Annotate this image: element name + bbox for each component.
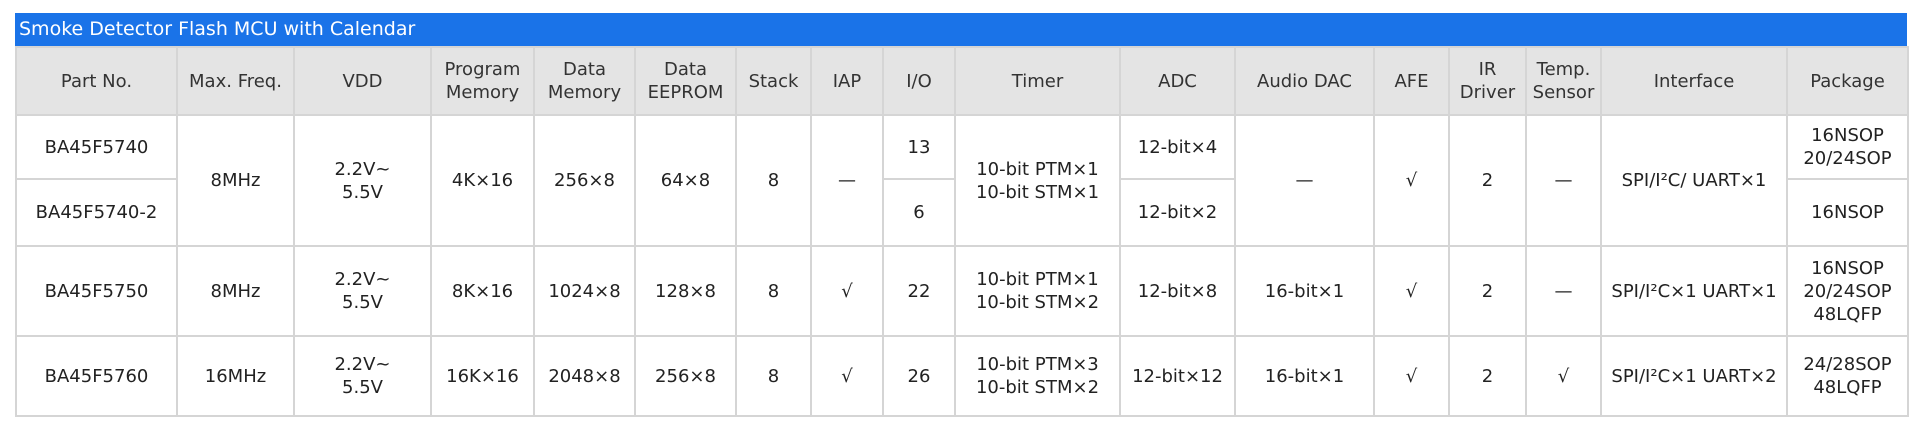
part-no-cell: BA45F5740 [15,114,178,180]
io-cell: 6 [882,178,956,247]
max-freq-cell: 8MHz [176,114,295,247]
iap-cell: — [810,114,884,247]
product-table-panel: Smoke Detector Flash MCU with Calendar P… [15,13,1909,417]
data-memory-cell: 2048×8 [533,335,636,417]
header-afe: AFE [1373,46,1450,116]
header-timer: Timer [954,46,1121,116]
header-program-memory: Program Memory [430,46,535,116]
package-cell: 16NSOP 20/24SOP [1786,114,1909,180]
header-vdd: VDD [293,46,432,116]
afe-cell: √ [1373,245,1450,337]
afe-cell: √ [1373,114,1450,247]
temp-sensor-cell: √ [1525,335,1602,417]
adc-cell: 12-bit×12 [1119,335,1236,417]
part-no-cell: BA45F5760 [15,335,178,417]
stack-cell: 8 [735,335,812,417]
header-audio-dac: Audio DAC [1234,46,1375,116]
max-freq-cell: 16MHz [176,335,295,417]
part-no-cell: BA45F5740-2 [15,178,178,247]
max-freq-cell: 8MHz [176,245,295,337]
audio-dac-cell: — [1234,114,1375,247]
package-cell: 24/28SOP 48LQFP [1786,335,1909,417]
audio-dac-cell: 16-bit×1 [1234,335,1375,417]
header-interface: Interface [1600,46,1788,116]
ir-driver-cell: 2 [1448,114,1527,247]
io-cell: 22 [882,245,956,337]
io-cell: 13 [882,114,956,180]
header-package: Package [1786,46,1909,116]
header-ir-driver: IR Driver [1448,46,1527,116]
header-part-no: Part No. [15,46,178,116]
header-row: Part No. Max. Freq. VDD Program Memory D… [15,46,1909,116]
vdd-cell: 2.2V~ 5.5V [293,335,432,417]
product-table: Part No. Max. Freq. VDD Program Memory D… [15,46,1909,417]
io-cell: 26 [882,335,956,417]
iap-cell: √ [810,245,884,337]
program-memory-cell: 4K×16 [430,114,535,247]
adc-cell: 12-bit×8 [1119,245,1236,337]
header-data-eeprom: Data EEPROM [634,46,737,116]
adc-cell: 12-bit×2 [1119,178,1236,247]
package-cell: 16NSOP [1786,178,1909,247]
vdd-cell: 2.2V~ 5.5V [293,114,432,247]
audio-dac-cell: 16-bit×1 [1234,245,1375,337]
timer-cell: 10-bit PTM×1 10-bit STM×2 [954,245,1121,337]
stack-cell: 8 [735,245,812,337]
header-stack: Stack [735,46,812,116]
header-io: I/O [882,46,956,116]
part-no-cell: BA45F5750 [15,245,178,337]
data-memory-cell: 1024×8 [533,245,636,337]
header-data-memory: Data Memory [533,46,636,116]
interface-cell: SPI/I²C×1 UART×1 [1600,245,1788,337]
vdd-cell: 2.2V~ 5.5V [293,245,432,337]
header-adc: ADC [1119,46,1236,116]
header-temp-sensor: Temp. Sensor [1525,46,1602,116]
table-title: Smoke Detector Flash MCU with Calendar [15,13,1907,46]
interface-cell: SPI/I²C/ UART×1 [1600,114,1788,247]
program-memory-cell: 16K×16 [430,335,535,417]
data-eeprom-cell: 128×8 [634,245,737,337]
interface-cell: SPI/I²C×1 UART×2 [1600,335,1788,417]
data-memory-cell: 256×8 [533,114,636,247]
stack-cell: 8 [735,114,812,247]
package-cell: 16NSOP 20/24SOP 48LQFP [1786,245,1909,337]
afe-cell: √ [1373,335,1450,417]
adc-cell: 12-bit×4 [1119,114,1236,180]
header-iap: IAP [810,46,884,116]
timer-cell: 10-bit PTM×1 10-bit STM×1 [954,114,1121,247]
program-memory-cell: 8K×16 [430,245,535,337]
iap-cell: √ [810,335,884,417]
temp-sensor-cell: — [1525,114,1602,247]
ir-driver-cell: 2 [1448,335,1527,417]
temp-sensor-cell: — [1525,245,1602,337]
header-max-freq: Max. Freq. [176,46,295,116]
table-row: BA45F5760 16MHz 2.2V~ 5.5V 16K×16 2048×8… [15,335,1909,417]
data-eeprom-cell: 256×8 [634,335,737,417]
timer-cell: 10-bit PTM×3 10-bit STM×2 [954,335,1121,417]
table-row: BA45F5740 8MHz 2.2V~ 5.5V 4K×16 256×8 64… [15,114,1909,247]
table-row: BA45F5750 8MHz 2.2V~ 5.5V 8K×16 1024×8 1… [15,245,1909,337]
ir-driver-cell: 2 [1448,245,1527,337]
data-eeprom-cell: 64×8 [634,114,737,247]
